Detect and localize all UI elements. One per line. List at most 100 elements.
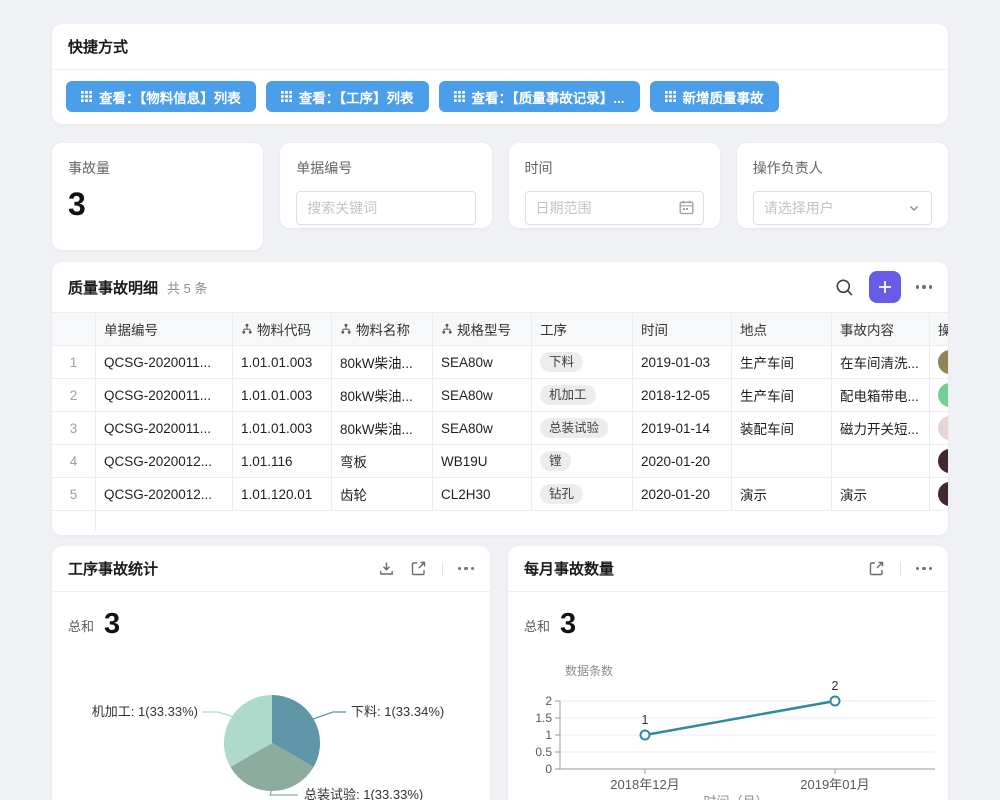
cell-incident-content [832, 445, 930, 477]
col-material-name: 物料名称 [332, 313, 433, 345]
cell-doc-number: QCSG-2020012... [96, 478, 233, 510]
table-row[interactable]: 1 QCSG-2020011... 1.01.01.003 80kW柴油... … [52, 346, 948, 379]
avatar[interactable] [938, 416, 948, 440]
table-row[interactable]: 3 QCSG-2020011... 1.01.01.003 80kW柴油... … [52, 412, 948, 445]
shortcuts-card: 快捷方式 查看：【物料信息】列表 查看：【工序】列表 查看：【质量事故记录】..… [52, 24, 948, 124]
col-label: 操作负责人 [938, 319, 948, 339]
more-icon [916, 285, 933, 289]
cell-spec-model: WB19U [433, 445, 532, 477]
cell-time: 2019-01-03 [633, 346, 732, 378]
cell-row-number: 3 [52, 412, 96, 444]
monthly-more-button[interactable] [916, 567, 933, 571]
col-label: 时间 [641, 319, 668, 339]
grid-icon [281, 91, 292, 102]
col-label: 物料代码 [257, 319, 311, 339]
cell-material-name: 80kW柴油... [332, 346, 433, 378]
table-scroll-area[interactable]: 单据编号 物料代码 物料名称 规格型号 工序 时间 地点 [52, 312, 948, 532]
cell-doc-number: QCSG-2020012... [96, 445, 233, 477]
expand-button[interactable] [410, 560, 427, 577]
cell-place: 装配车间 [732, 412, 832, 444]
cell-time: 2018-12-05 [633, 379, 732, 411]
total-value: 3 [560, 610, 576, 639]
cell-process: 机加工 [532, 379, 633, 411]
cell-incident-content: 磁力开关短... [832, 412, 930, 444]
process-stats-more-button[interactable] [458, 567, 475, 571]
download-button[interactable] [378, 560, 395, 577]
callout-line-right [313, 712, 346, 719]
cell-incident-content: 在车间清洗... [832, 346, 930, 378]
table-row[interactable]: 4 QCSG-2020012... 1.01.116 弯板 WB19U 镗 20… [52, 445, 948, 478]
incident-count-label: 事故量 [68, 158, 247, 178]
relation-icon [241, 323, 253, 335]
expand-button[interactable] [868, 560, 885, 577]
cell-spec-model: SEA80w [433, 346, 532, 378]
time-filter-card: 时间 [509, 143, 720, 228]
cell-material-name: 弯板 [332, 445, 433, 477]
cell-owner [930, 445, 948, 477]
table-more-button[interactable] [916, 285, 933, 289]
y-tick: 1.5 [535, 711, 552, 725]
col-place: 地点 [732, 313, 832, 345]
col-material-code: 物料代码 [233, 313, 332, 345]
y-tick: 0 [545, 762, 552, 776]
doc-number-search-input[interactable] [296, 191, 475, 225]
user-select[interactable]: 请选择用户 [753, 191, 932, 225]
incident-count-card: 事故量 3 [52, 143, 263, 250]
col-label: 事故内容 [840, 319, 894, 339]
avatar[interactable] [938, 449, 948, 473]
table-row[interactable]: 2 QCSG-2020011... 1.01.01.003 80kW柴油... … [52, 379, 948, 412]
cell-owner [930, 478, 948, 510]
process-tag: 机加工 [540, 385, 596, 406]
view-material-list-button[interactable]: 查看：【物料信息】列表 [66, 81, 256, 112]
monthly-line-chart: 数据条数 2 1.5 1 0.5 0 1 2 2018年12月 20 [508, 647, 948, 800]
avatar[interactable] [938, 350, 948, 374]
cell-process: 钻孔 [532, 478, 633, 510]
table-row[interactable]: 5 QCSG-2020012... 1.01.120.01 齿轮 CL2H30 … [52, 478, 948, 511]
col-row-number [52, 313, 96, 345]
process-stats-header: 工序事故统计 [52, 546, 490, 592]
total-value: 3 [104, 610, 120, 639]
new-quality-incident-button[interactable]: 新增质量事故 [650, 81, 779, 112]
monthly-count-card: 每月事故数量 总和 3 数据条数 [508, 546, 948, 800]
open-in-new-icon [410, 560, 427, 577]
cell-process: 总装试验 [532, 412, 633, 444]
add-record-button[interactable] [869, 271, 901, 303]
view-process-list-button[interactable]: 查看：【工序】列表 [266, 81, 429, 112]
cell-owner [930, 379, 948, 411]
cell-place: 生产车间 [732, 346, 832, 378]
relation-icon [340, 323, 352, 335]
callout-line-left [202, 712, 234, 717]
col-label: 物料名称 [356, 319, 410, 339]
incident-table: 单据编号 物料代码 物料名称 规格型号 工序 时间 地点 [52, 313, 948, 532]
cell-material-code: 1.01.01.003 [233, 412, 332, 444]
point-label: 2 [832, 679, 839, 693]
more-icon [458, 567, 475, 571]
y-tick: 1 [545, 728, 552, 742]
cell-row-number: 1 [52, 346, 96, 378]
cell-material-code: 1.01.120.01 [233, 478, 332, 510]
table-header-row: 单据编号 物料代码 物料名称 规格型号 工序 时间 地点 [52, 313, 948, 346]
view-quality-records-button[interactable]: 查看：【质量事故记录】... [439, 81, 640, 112]
col-process: 工序 [532, 313, 633, 345]
divider [442, 562, 443, 576]
search-button[interactable] [835, 278, 854, 297]
cell-incident-content: 配电箱带电... [832, 379, 930, 411]
cell-doc-number: QCSG-2020011... [96, 346, 233, 378]
y-tick: 0.5 [535, 745, 552, 759]
shortcuts-header: 快捷方式 [52, 24, 948, 70]
dashboard-page: 快捷方式 查看：【物料信息】列表 查看：【工序】列表 查看：【质量事故记录】..… [0, 0, 1000, 800]
filter-row: 事故量 3 单据编号 时间 操作负责人 [52, 143, 948, 250]
avatar[interactable] [938, 383, 948, 407]
operator-label: 操作负责人 [753, 158, 932, 178]
button-label: 新增质量事故 [683, 87, 764, 107]
cell-material-name: 80kW柴油... [332, 412, 433, 444]
grid-icon [454, 91, 465, 102]
cell-place [732, 445, 832, 477]
monthly-total-row: 总和 3 [508, 592, 948, 639]
cell-material-code: 1.01.01.003 [233, 346, 332, 378]
divider [900, 562, 901, 576]
pie-label-jijiagong: 机加工: 1(33.33%) [92, 704, 198, 719]
cell-material-name: 齿轮 [332, 478, 433, 510]
avatar[interactable] [938, 482, 948, 506]
cell-place: 生产车间 [732, 379, 832, 411]
